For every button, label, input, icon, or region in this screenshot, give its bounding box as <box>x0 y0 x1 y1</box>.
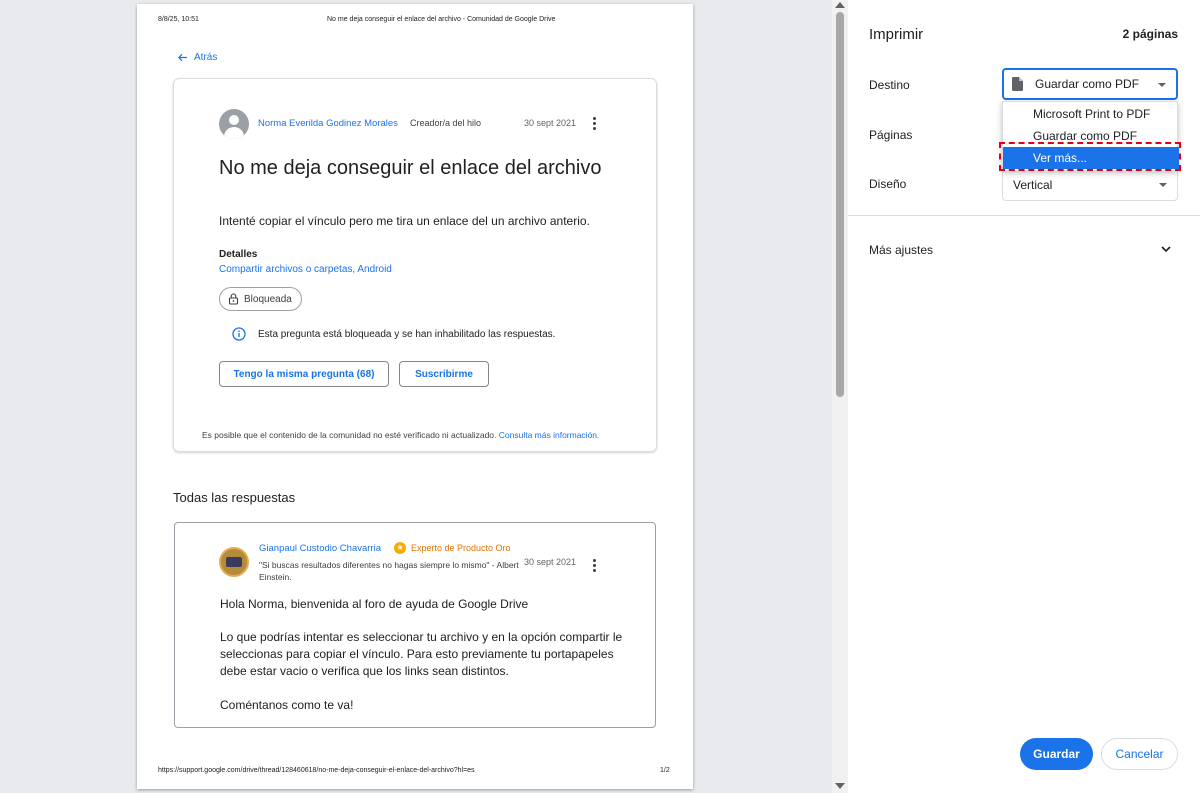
locked-label: Bloqueada <box>244 293 292 305</box>
author-role: Creador/a del hilo <box>410 118 482 128</box>
question-body: Intenté copiar el vínculo pero me tira u… <box>219 214 590 228</box>
document-icon <box>1012 77 1023 91</box>
question-title: No me deja conseguir el enlace del archi… <box>219 157 602 179</box>
locked-info: Esta pregunta está bloqueada y se han in… <box>232 327 555 341</box>
layout-select[interactable]: Vertical <box>1002 169 1178 201</box>
disclaimer-link[interactable]: Consulta más información. <box>499 430 600 440</box>
author-quote: "Si buscas resultados diferentes no haga… <box>259 560 519 582</box>
expert-badge-label: Experto de Producto Oro <box>411 543 511 553</box>
avatar <box>219 109 249 139</box>
subscribe-button[interactable]: Suscribirme <box>399 361 489 387</box>
pages-label: Páginas <box>869 128 913 142</box>
panel-title: Imprimir <box>869 26 924 43</box>
destination-value: Guardar como PDF <box>1035 77 1140 91</box>
answer-paragraph: Lo que podrías intentar es seleccionar t… <box>220 630 623 678</box>
question-date: 30 sept 2021 <box>524 118 577 128</box>
divider <box>848 215 1200 216</box>
layout-label: Diseño <box>869 177 907 191</box>
question-author[interactable]: Norma Everilda Godinez Morales <box>258 118 398 129</box>
print-settings-panel: Imprimir 2 páginas Destino Guardar como … <box>848 0 1200 793</box>
scroll-down-icon[interactable] <box>835 783 845 789</box>
dropdown-arrow-icon <box>1159 183 1167 187</box>
arrow-left-icon <box>177 53 188 62</box>
destination-select[interactable]: Guardar como PDF <box>1002 68 1178 100</box>
print-preview-area: 8/8/25, 10:51 No me deja conseguir el en… <box>0 0 848 793</box>
back-label: Atrás <box>194 52 218 63</box>
preview-page: 8/8/25, 10:51 No me deja conseguir el en… <box>137 4 693 789</box>
page-header-date: 8/8/25, 10:51 <box>158 16 199 23</box>
preview-scrollbar[interactable] <box>832 0 848 793</box>
answer-card: Gianpaul Custodio Chavarria ★ Experto de… <box>174 522 656 728</box>
all-answers-heading: Todas las respuestas <box>173 490 296 505</box>
more-vert-icon[interactable] <box>593 559 597 572</box>
chevron-down-icon[interactable] <box>1160 243 1172 255</box>
locked-info-text: Esta pregunta está bloqueada y se han in… <box>258 328 556 340</box>
page-count: 2 páginas <box>1122 27 1178 41</box>
highlight-annotation <box>999 142 1181 171</box>
disclaimer-text: Es posible que el contenido de la comuni… <box>202 430 497 440</box>
more-settings-toggle[interactable]: Más ajustes <box>869 243 933 257</box>
question-card: Norma Everilda Godinez Morales Creador/a… <box>173 78 657 452</box>
avatar <box>219 547 249 577</box>
answer-paragraph: Hola Norma, bienvenida al foro de ayuda … <box>220 597 529 611</box>
page-footer-url: https://support.google.com/drive/thread/… <box>158 767 475 774</box>
page-header-title: No me deja conseguir el enlace del archi… <box>327 16 556 23</box>
info-icon <box>232 327 246 341</box>
locked-chip: Bloqueada <box>219 287 302 311</box>
lock-icon <box>228 293 239 305</box>
dropdown-option-print-to-pdf[interactable]: Microsoft Print to PDF <box>1003 103 1179 125</box>
star-badge-icon: ★ <box>394 542 406 554</box>
details-links[interactable]: Compartir archivos o carpetas, Android <box>219 264 392 275</box>
layout-value: Vertical <box>1013 178 1053 192</box>
cancel-button[interactable]: Cancelar <box>1101 738 1178 770</box>
answer-author[interactable]: Gianpaul Custodio Chavarria <box>259 543 381 554</box>
more-vert-icon[interactable] <box>593 117 597 130</box>
same-question-button[interactable]: Tengo la misma pregunta (68) <box>219 361 389 387</box>
page-footer-number: 1/2 <box>660 767 670 774</box>
answer-paragraph: Coméntanos como te va! <box>220 698 354 712</box>
destination-label: Destino <box>869 78 910 92</box>
disclaimer: Es posible que el contenido de la comuni… <box>202 430 599 440</box>
scroll-up-icon[interactable] <box>835 2 845 8</box>
answer-date: 30 sept 2021 <box>524 557 577 567</box>
save-button[interactable]: Guardar <box>1020 738 1093 770</box>
scroll-thumb[interactable] <box>836 12 844 397</box>
back-link[interactable]: Atrás <box>177 52 217 63</box>
details-label: Detalles <box>219 249 258 260</box>
dropdown-arrow-icon <box>1158 83 1166 87</box>
